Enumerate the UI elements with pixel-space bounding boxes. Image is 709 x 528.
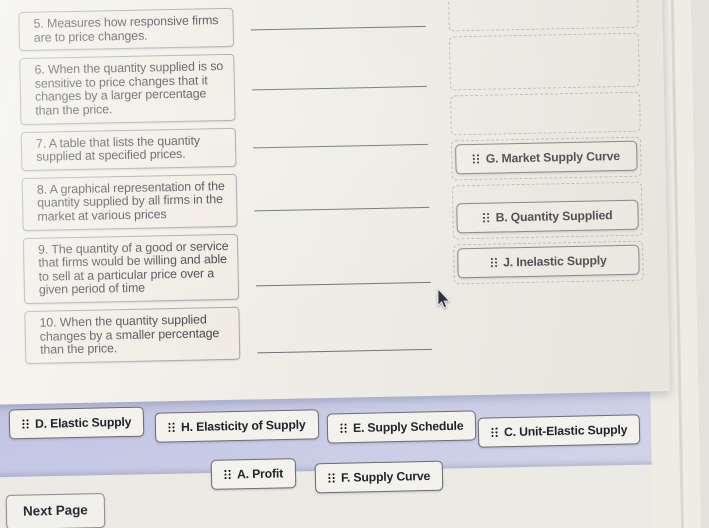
drop-slot[interactable]: [450, 91, 641, 136]
drop-slot[interactable]: G. Market Supply Curve: [450, 136, 642, 181]
drop-slot[interactable]: [448, 32, 640, 91]
drag-handle-icon[interactable]: [167, 422, 176, 433]
prompt-text: 6. When the quantity supplied is so sens…: [34, 59, 224, 118]
answer-tile-label: E. Supply Schedule: [352, 418, 464, 436]
drop-slot[interactable]: B. Quantity Supplied: [451, 181, 643, 240]
answer-tile[interactable]: F. Supply Curve: [314, 460, 444, 494]
prompt-card: 5. Measures how responsive firms are to …: [18, 7, 235, 52]
answer-tile[interactable]: B. Quantity Supplied: [456, 199, 639, 234]
answer-tile[interactable]: E. Supply Schedule: [326, 410, 477, 444]
answer-blank-line[interactable]: [255, 281, 431, 287]
drag-handle-icon[interactable]: [472, 153, 480, 165]
prompt-text: 10. When the quantity supplied changes b…: [39, 312, 220, 357]
drag-handle-icon[interactable]: [223, 469, 232, 480]
drag-handle-icon[interactable]: [21, 418, 30, 430]
prompt-text: 8. A graphical representation of the qua…: [36, 178, 225, 224]
next-page-button[interactable]: Next Page: [5, 492, 106, 528]
answer-tile-label: J. Inelastic Supply: [503, 253, 607, 270]
prompt-text: 5. Measures how responsive firms are to …: [33, 13, 219, 45]
prompt-text: 7. A table that lists the quantity suppl…: [35, 133, 201, 164]
drag-handle-icon[interactable]: [482, 212, 490, 223]
prompt-card: 10. When the quantity supplied changes b…: [24, 306, 241, 364]
prompt-card: 7. A table that lists the quantity suppl…: [20, 127, 237, 171]
answer-blank-line[interactable]: [253, 143, 429, 149]
prompts-column: 5. Measures how responsive firms are to …: [18, 7, 241, 371]
answer-blanks-column: [250, 4, 433, 354]
prompt-card: 8. A graphical representation of the qua…: [21, 173, 238, 231]
drop-slots-column: G. Market Supply Curve B. Quantity Suppl…: [448, 0, 644, 289]
answer-blank-line[interactable]: [251, 85, 427, 91]
screenshot-stage: 5. Measures how responsive firms are to …: [0, 0, 709, 528]
answer-blank-line[interactable]: [257, 348, 433, 354]
answer-tile-label: D. Elastic Supply: [34, 414, 132, 431]
drop-slot[interactable]: [448, 0, 639, 32]
drag-handle-icon[interactable]: [490, 427, 499, 438]
answer-tile-label: F. Supply Curve: [340, 468, 431, 485]
drag-handle-icon[interactable]: [339, 423, 348, 434]
answer-tile-label: A. Profit: [236, 466, 284, 482]
answer-tile[interactable]: C. Unit-Elastic Supply: [477, 414, 641, 448]
drag-handle-icon[interactable]: [327, 472, 336, 484]
worksheet-sheet: 5. Measures how responsive firms are to …: [0, 0, 671, 405]
prompt-card: 6. When the quantity supplied is so sens…: [19, 53, 236, 125]
answer-tile[interactable]: H. Elasticity of Supply: [154, 409, 319, 443]
next-page-label: Next Page: [22, 502, 88, 519]
answer-tile-label: G. Market Supply Curve: [485, 149, 621, 166]
drag-handle-icon[interactable]: [490, 257, 498, 268]
answer-tile[interactable]: D. Elastic Supply: [8, 406, 145, 440]
prompt-text: 9. The quantity of a good or service tha…: [37, 238, 229, 298]
answer-tile-tray: D. Elastic Supply H. Elasticity of Suppl…: [0, 398, 709, 504]
answer-blank-line[interactable]: [250, 25, 426, 31]
drop-slot[interactable]: J. Inelastic Supply: [453, 240, 644, 285]
answer-tile-label: C. Unit-Elastic Supply: [503, 422, 628, 440]
answer-tile-label: B. Quantity Supplied: [495, 208, 613, 225]
answer-tile[interactable]: A. Profit: [210, 458, 297, 490]
prompt-card: 9. The quantity of a good or service tha…: [22, 233, 240, 304]
answer-blank-line[interactable]: [254, 206, 430, 212]
answer-tile-label: H. Elasticity of Supply: [180, 417, 306, 435]
answer-tile[interactable]: G. Market Supply Curve: [455, 140, 638, 175]
answer-tile[interactable]: J. Inelastic Supply: [457, 244, 640, 279]
